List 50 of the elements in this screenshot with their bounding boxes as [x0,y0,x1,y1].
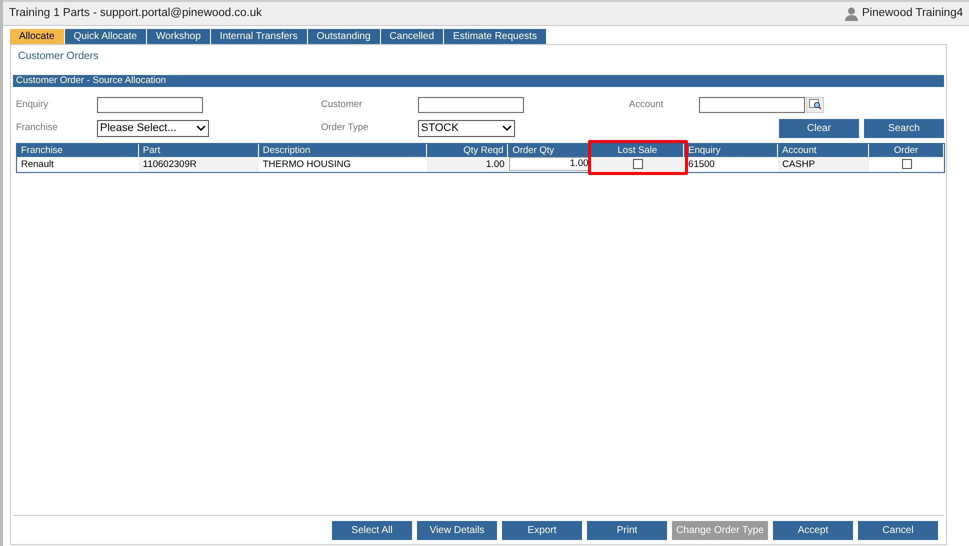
filter-button[interactable]: Clear [779,118,859,138]
user-icon [844,6,858,20]
tab[interactable]: Allocate [10,29,64,44]
field-label: Customer [321,98,364,112]
window-title: Training 1 Parts - support.portal@pinewood.co.uk [9,6,262,21]
tab[interactable]: Quick Allocate [64,29,146,44]
tab[interactable]: Estimate Requests [444,29,546,44]
action-button[interactable]: Print [587,521,667,540]
chevron-icon [196,124,206,132]
chevron-icon [502,124,512,132]
field-label: Account [629,98,664,112]
action-button[interactable]: Select All [332,521,412,540]
order-qty-field[interactable]: 1.00 [509,157,590,172]
checkbox[interactable] [632,159,643,170]
tab[interactable]: Internal Transfers [210,29,307,44]
order-type-dropdown[interactable]: STOCK [418,120,515,137]
column-header: Description [258,144,427,157]
column-header: Franchise [17,144,139,157]
customer-field[interactable] [418,96,524,113]
tab[interactable]: Workshop [146,29,210,44]
table-cell: 1.00 [426,156,508,172]
table-cell-text: THERMO HOUSING [262,158,352,172]
user-name: Pinewood Training4 [862,6,963,21]
tab[interactable]: Outstanding [308,29,380,44]
checkbox[interactable] [902,159,912,170]
field-label: Franchise [16,121,59,136]
account-field[interactable] [699,96,805,113]
page-title: Customer Orders [17,49,100,64]
lookup-icon[interactable] [806,96,824,113]
field-label: Order Type [321,121,370,136]
enquiry-field[interactable] [97,96,203,113]
filter-button[interactable]: Search [864,118,944,138]
section-header: Customer Order - Source Allocation [13,74,944,87]
action-button[interactable]: Cancel [858,521,938,540]
table-cell: CASHP [778,156,870,172]
action-button[interactable]: Export [502,521,582,540]
action-button[interactable]: View Details [417,521,497,540]
table-cell: 110602309R [138,156,259,172]
column-header: Account [778,144,870,157]
column-header: Qty Reqd [426,144,508,157]
column-header: Enquiry [684,144,778,157]
franchise-dropdown[interactable]: Please Select... [97,120,209,137]
table-cell-text: 61500 [687,158,716,172]
tab[interactable]: Cancelled [380,29,444,44]
column-header: Order [869,144,944,157]
column-header: Part [138,144,259,157]
field-label: Enquiry [16,98,50,112]
column-header: Lost Sale [591,144,684,157]
table-cell-text: Renault [20,158,55,172]
action-button[interactable]: Accept [773,521,853,540]
